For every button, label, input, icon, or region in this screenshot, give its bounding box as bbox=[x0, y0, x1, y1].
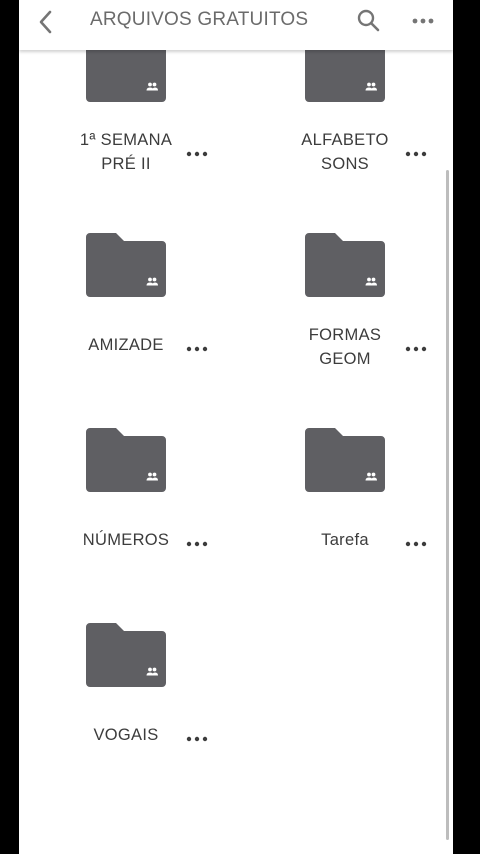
folder-name-line: GEOM bbox=[319, 350, 371, 368]
scrollbar[interactable] bbox=[446, 170, 449, 840]
folder-item[interactable]: Tarefa bbox=[238, 428, 448, 578]
folder-name: AMIZADE bbox=[55, 333, 197, 357]
search-button[interactable] bbox=[355, 7, 383, 35]
shared-folder-icon bbox=[86, 233, 166, 297]
folder-name-line: SONS bbox=[321, 155, 369, 173]
folder-name: Tarefa bbox=[274, 528, 416, 552]
folder-grid: 1ª SEMANA PRÉ II ALFABETO SONS AMIZADE FORMAS… bbox=[19, 0, 453, 854]
folder-item[interactable]: 1ª SEMANA PRÉ II bbox=[19, 38, 229, 188]
more-horizontal-icon bbox=[405, 151, 427, 157]
folder-item[interactable]: VOGAIS bbox=[19, 623, 229, 773]
folder-more-button[interactable] bbox=[183, 733, 211, 745]
more-horizontal-icon bbox=[186, 736, 208, 742]
more-options-button[interactable] bbox=[409, 9, 437, 33]
search-icon bbox=[357, 9, 380, 32]
chevron-left-icon bbox=[39, 10, 52, 34]
folder-more-button[interactable] bbox=[402, 343, 430, 355]
folder-more-button[interactable] bbox=[183, 148, 211, 160]
more-horizontal-icon bbox=[186, 151, 208, 157]
folder-name-line: Tarefa bbox=[321, 531, 369, 549]
folder-more-button[interactable] bbox=[183, 343, 211, 355]
folder-item[interactable]: AMIZADE bbox=[19, 233, 229, 383]
folder-name: 1ª SEMANA PRÉ II bbox=[55, 128, 197, 176]
screen: ARQUIVOS GRATUITOS 1ª SEMANA PRÉ II ALFABE… bbox=[19, 0, 453, 854]
shared-folder-icon bbox=[305, 233, 385, 297]
page-title: ARQUIVOS GRATUITOS bbox=[90, 9, 309, 30]
shared-folder-icon bbox=[305, 428, 385, 492]
folder-name-line: FORMAS bbox=[308, 326, 382, 344]
folder-name-line: NÚMEROS bbox=[82, 531, 170, 549]
back-button[interactable] bbox=[31, 7, 61, 37]
folder-name-line: AMIZADE bbox=[88, 336, 164, 354]
folder-name-line: ALFABETO bbox=[301, 131, 389, 149]
folder-name: VOGAIS bbox=[55, 723, 197, 747]
folder-name-line: 1ª SEMANA bbox=[79, 131, 173, 149]
shared-folder-icon bbox=[86, 623, 166, 687]
folder-more-button[interactable] bbox=[402, 148, 430, 160]
more-horizontal-icon bbox=[186, 541, 208, 547]
folder-name: FORMAS GEOM bbox=[274, 323, 416, 371]
folder-more-button[interactable] bbox=[402, 538, 430, 550]
folder-name-line: VOGAIS bbox=[93, 726, 159, 744]
folder-name: NÚMEROS bbox=[55, 528, 197, 552]
folder-more-button[interactable] bbox=[183, 538, 211, 550]
more-horizontal-icon bbox=[412, 18, 434, 24]
more-horizontal-icon bbox=[186, 346, 208, 352]
app-bar: ARQUIVOS GRATUITOS bbox=[19, 0, 453, 50]
more-horizontal-icon bbox=[405, 346, 427, 352]
folder-item[interactable]: FORMAS GEOM bbox=[238, 233, 448, 383]
folder-item[interactable]: NÚMEROS bbox=[19, 428, 229, 578]
folder-item[interactable]: ALFABETO SONS bbox=[238, 38, 448, 188]
folder-name: ALFABETO SONS bbox=[274, 128, 416, 176]
folder-name-line: PRÉ II bbox=[101, 155, 151, 173]
shared-folder-icon bbox=[86, 428, 166, 492]
more-horizontal-icon bbox=[405, 541, 427, 547]
